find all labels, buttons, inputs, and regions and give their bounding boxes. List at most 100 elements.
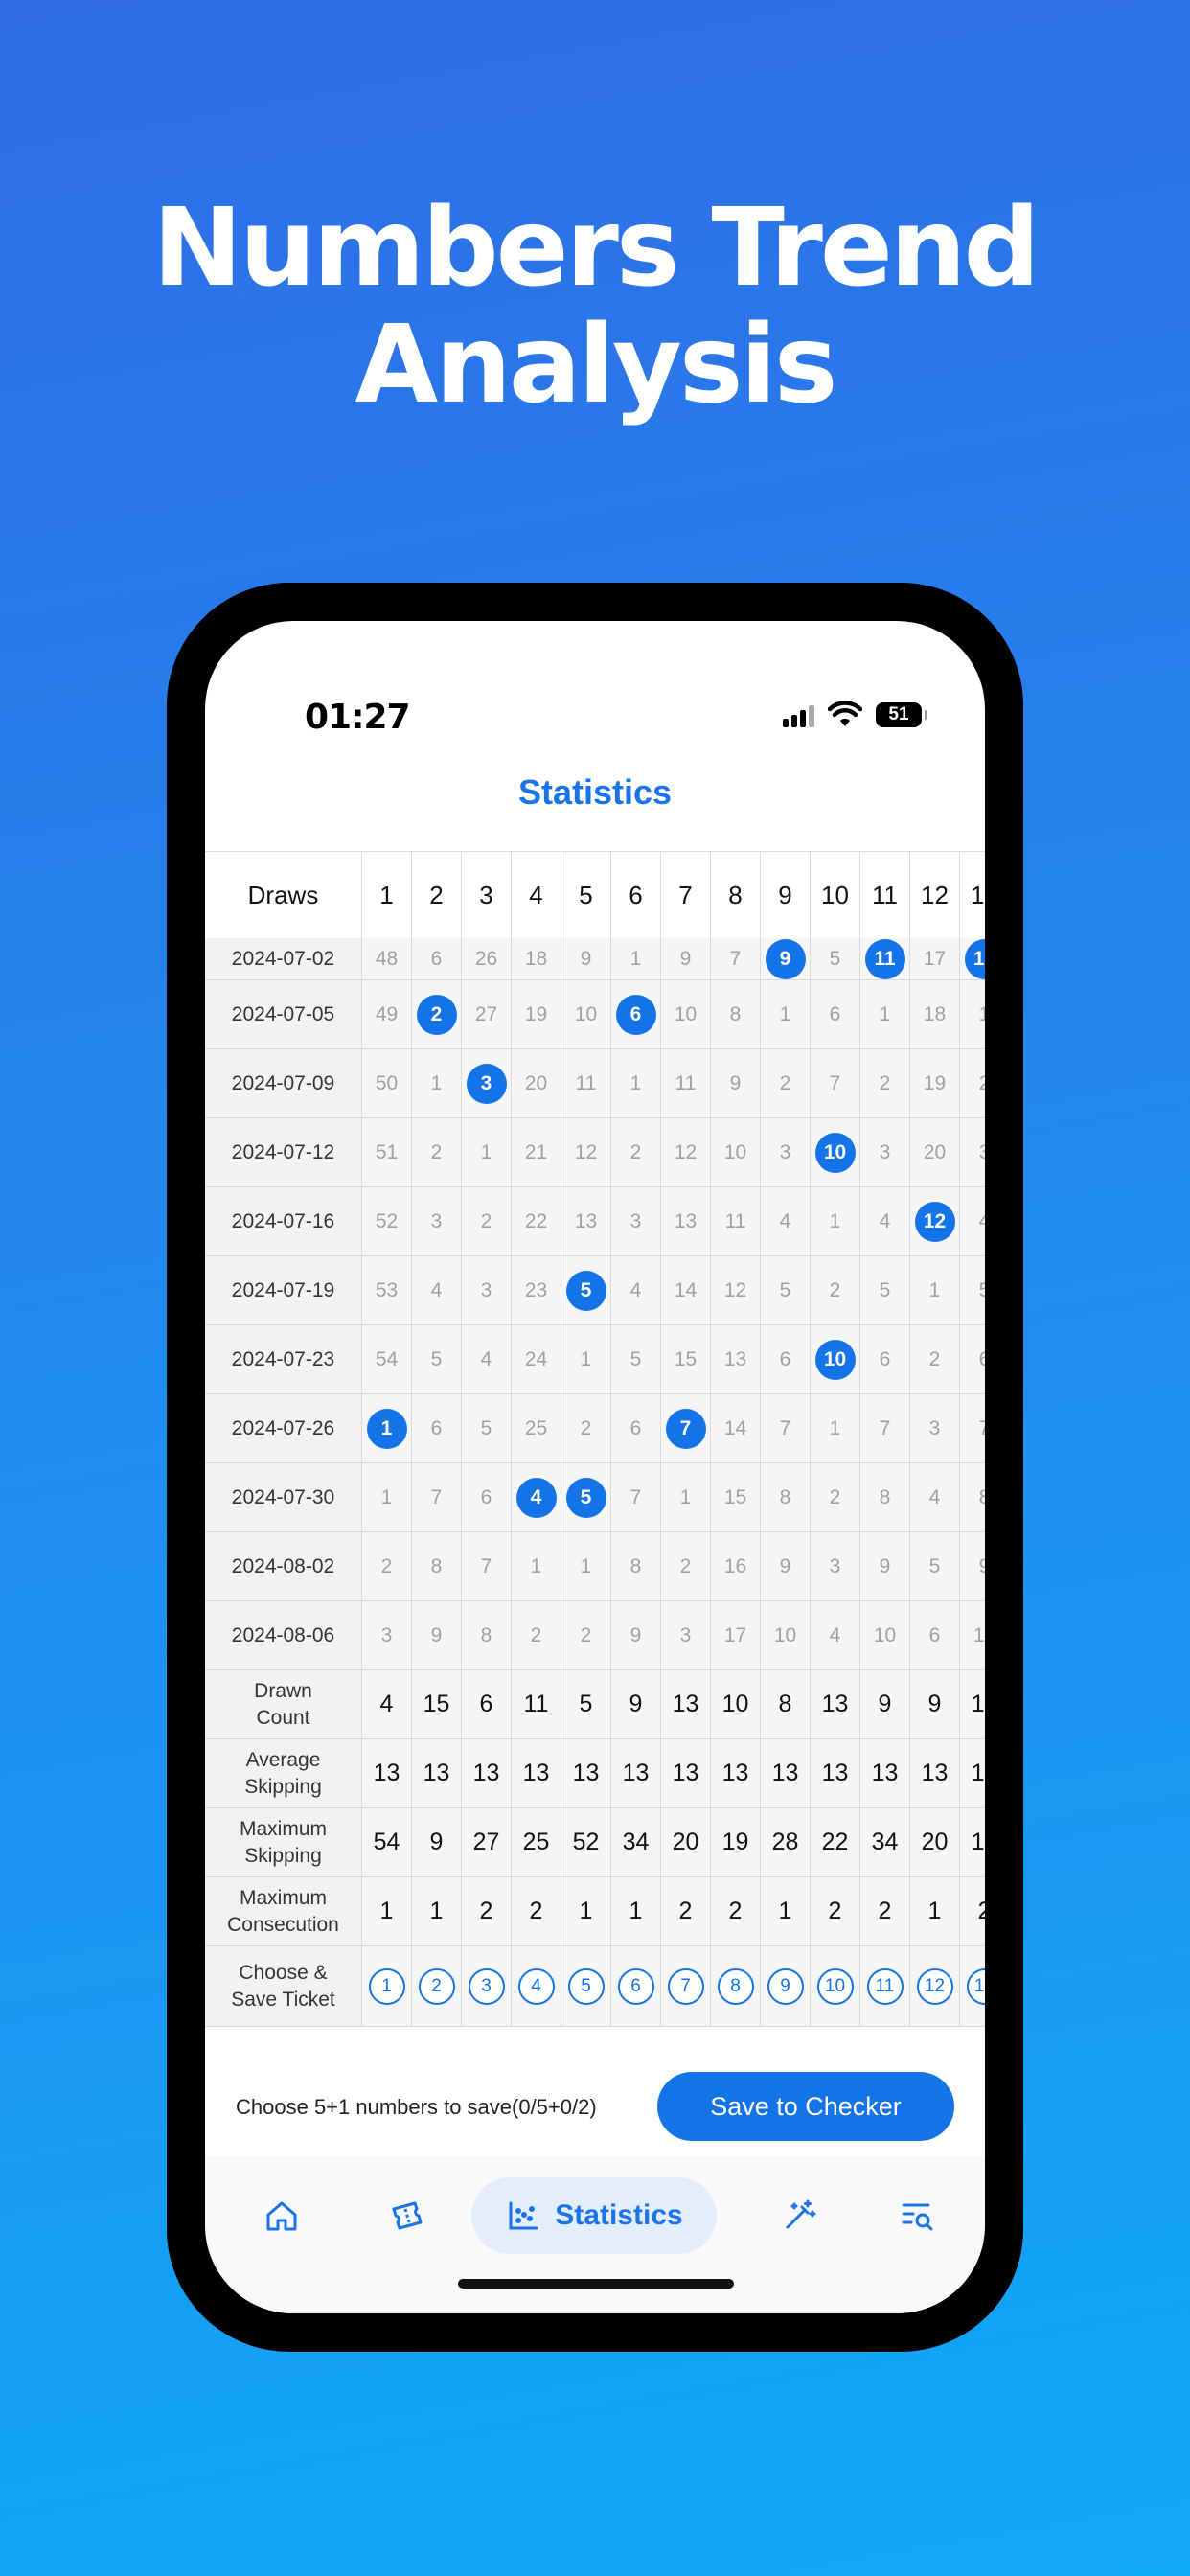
skip-count-cell: 8 [412, 1532, 462, 1601]
cell-value: 12 [914, 1201, 955, 1242]
draw-date: 2024-07-16 [205, 1187, 362, 1256]
skip-count-cell: 7 [462, 1532, 512, 1601]
skip-count-cell: 54 [362, 1325, 412, 1394]
skip-count-cell: 5 [761, 1256, 811, 1325]
pick-number-toggle[interactable]: 9 [761, 1946, 811, 2027]
draw-date: 2024-07-02 [205, 938, 362, 980]
pick-number-toggle[interactable]: 11 [860, 1946, 910, 2027]
skip-count-cell: 7 [811, 1049, 860, 1118]
skip-count-cell: 5 [412, 1325, 462, 1394]
column-header-number: 5 [561, 852, 611, 940]
skip-count-cell: 1 [462, 1118, 512, 1187]
stat-value-cell: 2 [711, 1877, 761, 1946]
list-search-icon [902, 2203, 933, 2231]
pick-number-toggle[interactable]: 3 [462, 1946, 512, 2027]
pick-number-toggle[interactable]: 1 [362, 1946, 412, 2027]
draw-date: 2024-07-26 [205, 1394, 362, 1463]
skip-count-cell: 10 [711, 1118, 761, 1187]
skip-count-cell: 10 [561, 980, 611, 1049]
skip-count-cell: 9 [561, 938, 611, 980]
phone-screen: 01:27 51 Statistics Draws 1 2 3 4 5 6 7 8 9 10 11 12… [205, 621, 985, 2313]
stat-value-cell: 1 [611, 1877, 661, 1946]
skip-count-cell: 3 [960, 1118, 985, 1187]
skip-count-cell: 7 [711, 938, 761, 980]
save-to-checker-button[interactable]: Save to Checker [657, 2072, 954, 2141]
tab-generator[interactable] [761, 2177, 837, 2254]
stat-value-cell: 13 [811, 1670, 860, 1739]
pick-number-toggle[interactable]: 13 [960, 1946, 985, 2027]
tab-tickets[interactable] [368, 2177, 445, 2254]
pick-number-toggle[interactable]: 10 [811, 1946, 860, 2027]
column-header-number: 1 [362, 852, 412, 940]
draw-date: 2024-07-30 [205, 1463, 362, 1532]
skip-count-cell: 7 [761, 1394, 811, 1463]
column-header-number: 10 [811, 852, 860, 940]
skip-count-cell: 10 [761, 1601, 811, 1670]
pick-number-toggle[interactable]: 12 [910, 1946, 960, 2027]
cell-value: 10 [816, 1967, 854, 2005]
stat-value-cell: 9 [412, 1808, 462, 1877]
cell-value: 7 [665, 1408, 706, 1449]
stat-value-cell: 25 [512, 1808, 561, 1877]
skip-count-cell: 53 [362, 1256, 412, 1325]
cell-value: 8 [717, 1967, 754, 2005]
cell-value: 4 [515, 1477, 557, 1518]
skip-count-cell: 1 [512, 1532, 561, 1601]
tab-statistics[interactable]: Statistics [471, 2177, 717, 2254]
skip-count-cell: 10 [960, 1601, 985, 1670]
headline-line-1: Numbers Trend [152, 186, 1040, 310]
drawn-number-cell: 5 [561, 1463, 611, 1532]
skip-count-cell: 27 [462, 980, 512, 1049]
skip-count-cell: 5 [462, 1394, 512, 1463]
skip-count-cell: 2 [761, 1049, 811, 1118]
stat-value-cell: 19 [711, 1808, 761, 1877]
stat-value-cell: 9 [611, 1670, 661, 1739]
stat-value-cell: 2 [960, 1877, 985, 1946]
skip-count-cell: 1 [811, 1394, 860, 1463]
stat-value-cell: 1 [412, 1877, 462, 1946]
skip-count-cell: 7 [960, 1394, 985, 1463]
magic-wand-icon [786, 2199, 816, 2229]
pick-number-toggle[interactable]: 6 [611, 1946, 661, 2027]
stat-value-cell: 9 [860, 1670, 910, 1739]
stat-value-cell: 13 [362, 1739, 412, 1808]
skip-count-cell: 3 [462, 1256, 512, 1325]
wifi-icon [828, 702, 862, 726]
stat-label: Maximum Consecution [205, 1877, 362, 1946]
column-header-draws: Draws [205, 852, 362, 940]
home-indicator [458, 2279, 734, 2288]
skip-count-cell: 2 [561, 1394, 611, 1463]
cell-value: 11 [864, 938, 905, 979]
skip-count-cell: 10 [661, 980, 711, 1049]
skip-count-cell: 1 [611, 1049, 661, 1118]
skip-count-cell: 4 [960, 1187, 985, 1256]
cell-value: 3 [468, 1967, 505, 2005]
skip-count-cell: 1 [362, 1463, 412, 1532]
tab-search[interactable] [880, 2177, 956, 2254]
drawn-number-cell: 4 [512, 1463, 561, 1532]
stat-value-cell: 20 [910, 1808, 960, 1877]
skip-count-cell: 48 [362, 938, 412, 980]
skip-count-cell: 15 [661, 1325, 711, 1394]
tab-home[interactable] [243, 2177, 320, 2254]
trend-table[interactable]: Draws123456789101112132024-07-0248626189… [205, 851, 985, 2063]
drawn-number-cell: 5 [561, 1256, 611, 1325]
stat-value-cell: 13 [811, 1739, 860, 1808]
skip-count-cell: 5 [910, 1532, 960, 1601]
skip-count-cell: 3 [811, 1532, 860, 1601]
skip-count-cell: 4 [462, 1325, 512, 1394]
stat-value-cell: 8 [761, 1670, 811, 1739]
drawn-number-cell: 10 [811, 1325, 860, 1394]
pick-number-toggle[interactable]: 8 [711, 1946, 761, 2027]
cell-value: 6 [615, 994, 656, 1035]
pick-number-toggle[interactable]: 5 [561, 1946, 611, 2027]
chart-icon [509, 2201, 538, 2230]
phone-frame: 01:27 51 Statistics Draws 1 2 3 4 5 6 7 8 9 10 11 12… [167, 583, 1023, 2352]
pick-number-toggle[interactable]: 4 [512, 1946, 561, 2027]
skip-count-cell: 7 [611, 1463, 661, 1532]
drawn-number-cell: 7 [661, 1394, 711, 1463]
pick-number-toggle[interactable]: 7 [661, 1946, 711, 2027]
pick-number-toggle[interactable]: 2 [412, 1946, 462, 2027]
save-hint: Choose 5+1 numbers to save(0/5+0/2) [236, 2095, 597, 2119]
stat-value-cell: 22 [811, 1808, 860, 1877]
